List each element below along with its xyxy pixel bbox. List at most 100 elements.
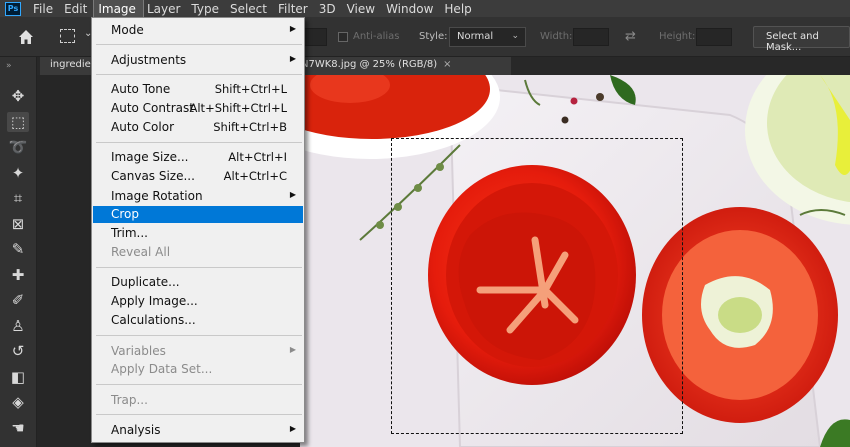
tab-active-document[interactable]: N7WK8.jpg @ 25% (RGB/8) ×: [291, 57, 511, 75]
menu-item-label: Image Size...: [111, 150, 189, 164]
menu-item-auto-tone[interactable]: Auto Tone Shift+Ctrl+L: [93, 81, 303, 98]
tab-label: ingredie: [50, 59, 91, 70]
marquee-preset-icon[interactable]: [60, 29, 75, 43]
menu-item-crop[interactable]: Crop: [93, 206, 303, 223]
width-label: Width:: [540, 31, 573, 42]
menu-item-shortcut: Shift+Ctrl+B: [213, 120, 287, 134]
menu-item-mode[interactable]: Mode ▶: [93, 22, 303, 39]
brush-tool-icon[interactable]: ✐: [7, 290, 29, 310]
menu-item-auto-contrast[interactable]: Auto Contrast Alt+Shift+Ctrl+L: [93, 100, 303, 117]
menu-item-label: Adjustments: [111, 53, 187, 67]
menu-view[interactable]: View: [343, 0, 382, 17]
image-menu-dropdown: Mode ▶ Adjustments ▶ Auto Tone Shift+Ctrl+L Au…: [91, 17, 305, 443]
document-canvas[interactable]: [300, 75, 850, 447]
menu-help[interactable]: Help: [440, 0, 478, 17]
menu-item-canvas-size[interactable]: Canvas Size... Alt+Ctrl+C: [93, 168, 303, 185]
menu-item-image-rotation[interactable]: Image Rotation ▶: [93, 188, 303, 205]
menu-item-label: Trim...: [111, 226, 148, 240]
menu-type[interactable]: Type: [187, 0, 226, 17]
menu-separator: [96, 335, 302, 336]
selection-marquee[interactable]: [391, 138, 683, 434]
menu-3d[interactable]: 3D: [315, 0, 343, 17]
menu-item-calculations[interactable]: Calculations...: [93, 312, 303, 329]
height-label: Height:: [659, 31, 696, 42]
anti-alias-checkbox[interactable]: [338, 32, 348, 42]
menu-item-label: Apply Data Set...: [111, 362, 213, 376]
menu-item-apply-data-set: Apply Data Set...: [93, 361, 303, 378]
menu-file[interactable]: File: [29, 0, 60, 17]
menu-separator: [96, 384, 302, 385]
close-icon[interactable]: ×: [443, 59, 451, 70]
menu-item-shortcut: Alt+Shift+Ctrl+L: [189, 101, 288, 115]
submenu-arrow-icon: ▶: [289, 424, 296, 433]
menu-item-label: Analysis: [111, 423, 161, 437]
menu-item-label: Reveal All: [111, 245, 171, 259]
menu-item-label: Calculations...: [111, 313, 196, 327]
submenu-arrow-icon: ▶: [289, 345, 296, 354]
menu-item-auto-color[interactable]: Auto Color Shift+Ctrl+B: [93, 119, 303, 136]
rectangular-marquee-tool-icon[interactable]: ⬚: [7, 111, 29, 132]
swap-width-height-icon[interactable]: ⇄: [625, 29, 636, 44]
menu-item-label: Mode: [111, 23, 144, 37]
menu-item-shortcut: Alt+Ctrl+I: [228, 150, 287, 164]
magic-wand-tool-icon[interactable]: ✦: [7, 163, 29, 183]
menu-item-trim[interactable]: Trim...: [93, 225, 303, 242]
select-and-mask-button[interactable]: Select and Mask...: [753, 26, 850, 53]
submenu-arrow-icon: ▶: [289, 54, 296, 63]
menu-select[interactable]: Select: [226, 0, 274, 17]
submenu-arrow-icon: ▶: [289, 190, 296, 199]
eyedropper-tool-icon[interactable]: ✎: [7, 239, 29, 259]
style-select-value: Normal: [457, 31, 494, 42]
menu-window[interactable]: Window: [382, 0, 440, 17]
lasso-tool-icon[interactable]: ➰: [7, 137, 29, 157]
eraser-tool-icon[interactable]: ◧: [7, 367, 29, 387]
menu-filter[interactable]: Filter: [274, 0, 315, 17]
menu-separator: [96, 142, 302, 143]
paint-bucket-tool-icon[interactable]: ◈: [7, 392, 29, 412]
panel-collapse-icon[interactable]: »: [6, 61, 12, 71]
menu-item-analysis[interactable]: Analysis ▶: [93, 422, 303, 439]
menu-item-adjustments[interactable]: Adjustments ▶: [93, 52, 303, 69]
menu-separator: [96, 414, 302, 415]
menu-item-image-size[interactable]: Image Size... Alt+Ctrl+I: [93, 149, 303, 166]
anti-alias-label: Anti-alias: [353, 31, 400, 42]
tools-panel: » ✥ ⬚ ➰ ✦ ⌗ ⊠ ✎ ✚ ✐ ♙ ↺ ◧ ◈ ☚: [0, 57, 37, 447]
width-input[interactable]: [573, 28, 609, 46]
menu-layer[interactable]: Layer: [143, 0, 187, 17]
menu-item-shortcut: Shift+Ctrl+L: [214, 82, 287, 96]
chevron-down-icon: ⌄: [511, 31, 519, 41]
move-tool-icon[interactable]: ✥: [7, 86, 29, 106]
menu-item-label: Auto Color: [111, 120, 175, 134]
height-input[interactable]: [696, 28, 732, 46]
menu-item-apply-image[interactable]: Apply Image...: [93, 293, 303, 310]
menu-separator: [96, 74, 302, 75]
clone-stamp-tool-icon[interactable]: ♙: [7, 316, 29, 336]
healing-brush-tool-icon[interactable]: ✚: [7, 265, 29, 285]
menu-item-label: Auto Tone: [111, 82, 171, 96]
menu-item-label: Crop: [111, 207, 140, 221]
menu-separator: [96, 44, 302, 45]
frame-tool-icon[interactable]: ⊠: [7, 214, 29, 234]
style-label: Style:: [419, 31, 448, 42]
submenu-arrow-icon: ▶: [289, 24, 296, 33]
home-icon[interactable]: [17, 28, 35, 46]
menu-item-variables: Variables ▶: [93, 343, 303, 360]
menu-edit[interactable]: Edit: [60, 0, 94, 17]
menu-item-shortcut: Alt+Ctrl+C: [223, 169, 287, 183]
menu-item-label: Canvas Size...: [111, 169, 195, 183]
menu-image[interactable]: Image: [93, 0, 144, 18]
smudge-tool-icon[interactable]: ☚: [7, 418, 29, 438]
menu-item-label: Image Rotation: [111, 189, 203, 203]
menu-item-duplicate[interactable]: Duplicate...: [93, 274, 303, 291]
history-brush-tool-icon[interactable]: ↺: [7, 341, 29, 361]
menu-item-label: Duplicate...: [111, 275, 180, 289]
menu-separator: [96, 267, 302, 268]
menu-item-label: Trap...: [111, 393, 148, 407]
menu-item-reveal-all: Reveal All: [93, 244, 303, 261]
menu-item-trap: Trap...: [93, 392, 303, 409]
tab-label: N7WK8.jpg @ 25% (RGB/8): [301, 59, 438, 70]
crop-tool-icon[interactable]: ⌗: [7, 188, 29, 208]
style-select[interactable]: Normal ⌄: [449, 27, 526, 47]
menu-bar: Ps File Edit Image Layer Type Select Filter 3D V…: [0, 0, 850, 18]
menu-item-label: Auto Contrast: [111, 101, 194, 115]
